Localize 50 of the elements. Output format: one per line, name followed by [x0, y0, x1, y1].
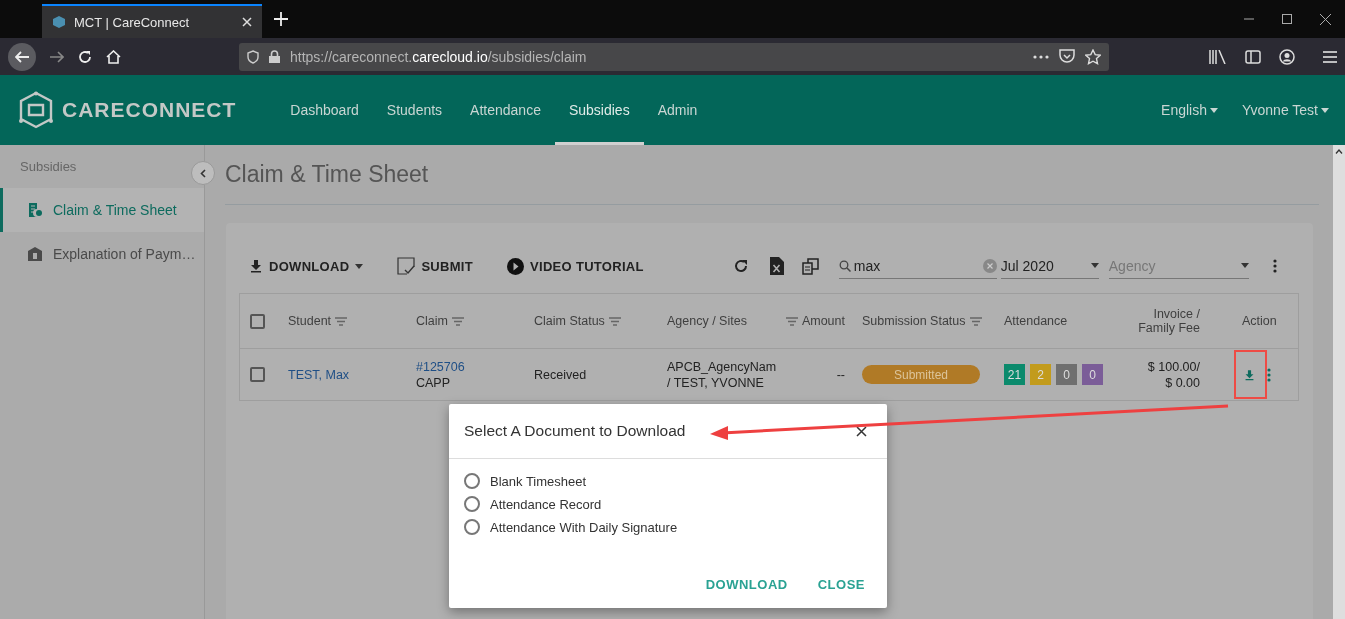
claim-type: CAPP: [416, 374, 451, 391]
nav-link[interactable]: Attendance: [456, 75, 555, 145]
column-header: Agency / Sites: [667, 314, 748, 328]
table-cell-text: Received: [534, 367, 588, 382]
sidebar-item[interactable]: Claim & Time Sheet: [0, 188, 204, 232]
search-field[interactable]: max: [838, 253, 997, 279]
sidebar-heading: Subsidies: [20, 159, 77, 174]
column-header[interactable]: Submission Status: [862, 314, 966, 328]
student-link[interactable]: TEST, Max: [288, 366, 416, 383]
invoice-amount: $ 0.00: [1165, 374, 1200, 391]
attendance-badge: 0: [1056, 364, 1077, 385]
agency-text: / TEST, YVONNE: [667, 374, 764, 391]
brand-name: CARECONNECT: [62, 98, 237, 122]
month-select[interactable]: Jul 2020: [1000, 253, 1099, 279]
column-header[interactable]: Amount: [801, 314, 845, 328]
column-header[interactable]: Student: [288, 314, 332, 328]
submit-button[interactable]: SUBMIT: [397, 257, 474, 275]
download-button[interactable]: DOWNLOAD: [697, 573, 796, 596]
column-header: Attendance: [1004, 314, 1069, 328]
user-menu[interactable]: Yvonne Test: [1241, 102, 1329, 118]
browser-tab[interactable]: MCT | CareConnect: [42, 4, 262, 38]
column-header[interactable]: Claim Status: [534, 314, 605, 328]
table-cell: --: [836, 366, 845, 383]
nav-link[interactable]: Dashboard: [276, 75, 373, 145]
column-header: Invoice / Family Fee: [1137, 307, 1200, 335]
radio-option[interactable]: Attendance With Daily Signature: [464, 519, 887, 535]
status-badge: Submitted: [862, 365, 980, 384]
close-button[interactable]: CLOSE: [809, 573, 873, 596]
column-header[interactable]: Claim: [416, 314, 448, 328]
download-menu-button[interactable]: DOWNLOAD: [249, 258, 364, 274]
attendance-badge: 21: [1004, 364, 1025, 385]
nav-link[interactable]: Students: [372, 75, 457, 145]
attendance-badge: 2: [1030, 364, 1051, 385]
claim-link[interactable]: #125706: [416, 358, 465, 375]
dialog-title: Select A Document to Download: [464, 422, 687, 440]
url-text: https://careconnect.carecloud.io/subsidies/claim: [290, 48, 588, 65]
agency-text: APCB_AgencyNam: [667, 358, 777, 375]
invoice-amount: $ 100.00/: [1147, 358, 1200, 375]
attendance-badge: 0: [1082, 364, 1103, 385]
sidebar-item[interactable]: Explanation of Paym…: [0, 232, 204, 276]
nav-link[interactable]: Admin: [643, 75, 712, 145]
page-title: Claim & Time Sheet: [225, 145, 1319, 205]
video-tutorial-button[interactable]: VIDEO TUTORIAL: [507, 257, 644, 275]
language-menu[interactable]: English: [1161, 102, 1218, 118]
radio-option[interactable]: Blank Timesheet: [464, 473, 887, 489]
column-header: Action: [1241, 314, 1278, 328]
nav-link[interactable]: Subsidies: [554, 75, 644, 145]
radio-option[interactable]: Attendance Record: [464, 496, 887, 512]
address-bar[interactable]: https://careconnect.carecloud.io/subsidies/claim: [239, 42, 1109, 71]
tab-title: MCT | CareConnect: [74, 14, 191, 30]
